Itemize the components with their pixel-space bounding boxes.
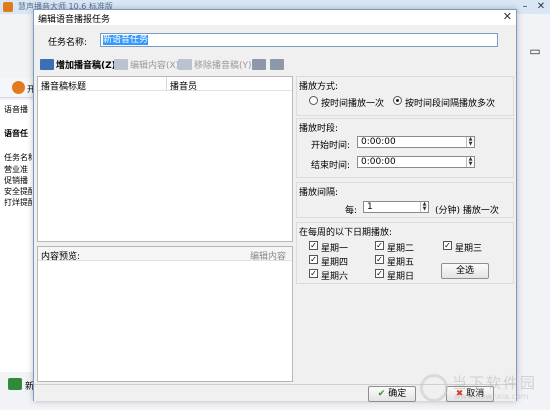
ok-label: 确定 [388,389,407,399]
edit-content-label: 编辑内容(X) [130,61,180,71]
play-once-label[interactable]: 按时间播放一次 [321,96,384,109]
saturday-checkbox[interactable]: ✓ [309,269,318,278]
background-list-item: 语音任 [4,129,28,138]
remove-script-icon [178,59,192,70]
friday-checkbox[interactable]: ✓ [375,255,384,264]
background-list-item[interactable]: 营业准 [4,164,32,175]
spinner-arrows-icon[interactable]: ▲ ▼ [466,157,474,167]
play-interval-label[interactable]: 按时间段间隔播放多次 [405,96,495,109]
tuesday-label[interactable]: 星期二 [387,241,414,254]
monday-checkbox[interactable]: ✓ [309,241,318,250]
interval-unit-label: (分钟) 播放一次 [435,206,499,216]
dialog-titlebar: 编辑语音播报任务 ✕ [34,10,516,25]
spinner-arrows-icon[interactable]: ▲ ▼ [420,202,428,212]
script-list-header: 播音稿标题 播音员 [38,77,292,92]
background-list-item: 语音播 [4,105,28,114]
remove-script-button[interactable]: 移除播音稿(Y) [178,58,252,74]
site-watermark: 当下软件园 www.downxia.com [420,372,550,406]
dialog-title: 编辑语音播报任务 [38,15,111,25]
spinner-arrows-icon[interactable]: ▲ ▼ [466,137,474,147]
monday-label[interactable]: 星期一 [321,241,348,254]
start-time-label: 开始时间: [311,141,351,151]
background-list-item[interactable]: 促销播 [4,175,32,186]
sunday-checkbox[interactable]: ✓ [375,269,384,278]
preview-label: 内容预览: [41,252,81,262]
weekday-section: 在每周的以下日期播放: ✓ 星期一 ✓ 星期二 ✓ 星期三 ✓ 星期四 ✓ 星期… [296,222,514,284]
background-list-item[interactable]: 任务名称 [4,152,32,163]
end-time-value: 0:00:00 [361,157,396,167]
play-mode-title: 播放方式: [299,82,339,92]
task-name-value: 新语音任务 [103,35,149,45]
script-toolbar: 增加播音稿(Z) 编辑内容(X) 移除播音稿(Y) [38,56,294,76]
move-down-button[interactable] [270,58,286,74]
edit-voice-task-dialog: 编辑语音播报任务 ✕ 任务名称: 新语音任务 增加播音稿(Z) 编辑内容(X) … [33,9,517,402]
play-mode-section: 播放方式: 按时间播放一次 按时间段间隔播放多次 [296,76,514,116]
add-script-button[interactable]: 增加播音稿(Z) [40,58,116,74]
add-script-icon [40,59,54,70]
task-name-label: 任务名称: [48,38,88,48]
new-task-icon[interactable] [8,378,22,390]
interval-title: 播放间隔: [299,188,339,198]
add-script-label: 增加播音稿(Z) [56,61,116,71]
thursday-label[interactable]: 星期四 [321,255,348,268]
column-divider[interactable] [166,77,167,91]
move-up-icon [252,59,266,70]
move-down-icon [270,59,284,70]
check-icon: ✔ [377,389,386,399]
weekday-title: 在每周的以下日期播放: [299,228,393,238]
watermark-url-text: www.downxia.com [454,392,529,401]
interval-value: 1 [367,202,373,212]
move-up-button[interactable] [252,58,268,74]
preview-header: 内容预览: 编辑内容 [38,247,292,262]
edit-content-button[interactable]: 编辑内容(X) [114,58,179,74]
background-list-item[interactable]: 安全提醒 [4,186,32,197]
end-time-spinner[interactable]: 0:00:00 ▲ ▼ [357,156,475,168]
interval-spinner[interactable]: 1 ▲ ▼ [363,201,429,213]
edit-content-icon [114,59,128,70]
thursday-checkbox[interactable]: ✓ [309,255,318,264]
time-range-title: 播放时段: [299,124,339,134]
task-name-input[interactable]: 新语音任务 [100,33,498,47]
wednesday-label[interactable]: 星期三 [455,241,482,254]
close-icon[interactable]: ✕ [503,10,512,24]
tuesday-checkbox[interactable]: ✓ [375,241,384,250]
wednesday-checkbox[interactable]: ✓ [443,241,452,250]
play-icon[interactable] [12,81,25,94]
watermark-main-text: 当下软件园 [452,374,538,392]
background-close-icon[interactable]: ✕ [532,0,550,14]
select-all-button[interactable]: 全选 [441,263,489,279]
column-title-header[interactable]: 播音稿标题 [41,79,86,92]
column-announcer-header[interactable]: 播音员 [170,79,197,92]
sunday-label[interactable]: 星期日 [387,269,414,282]
app-logo-icon [3,2,13,12]
content-preview-panel: 内容预览: 编辑内容 [37,246,293,382]
ok-button[interactable]: ✔ 确定 [368,386,416,402]
script-list[interactable]: 播音稿标题 播音员 [37,76,293,242]
start-time-value: 0:00:00 [361,137,396,147]
friday-label[interactable]: 星期五 [387,255,414,268]
background-list-item[interactable]: 打烊提醒 [4,197,32,208]
play-once-radio[interactable] [309,96,318,105]
interval-section: 播放间隔: 每: 1 ▲ ▼ (分钟) 播放一次 [296,182,514,218]
interval-every-label: 每: [345,206,358,216]
schedule-settings-panel: 播放方式: 按时间播放一次 按时间段间隔播放多次 播放时段: 开始时间: 0:0… [296,76,514,382]
watermark-logo-icon [420,374,448,402]
remove-script-label: 移除播音稿(Y) [194,61,252,71]
preview-edit-link[interactable]: 编辑内容 [250,249,286,262]
background-task-list: 语音播 语音任 任务名称 营业准 促销播 安全提醒 打烊提醒 [0,100,34,372]
end-time-label: 结束时间: [311,161,351,171]
time-range-section: 播放时段: 开始时间: 0:00:00 ▲ ▼ 结束时间: 0:00:00 ▲ ▼ [296,118,514,178]
background-restore-icon[interactable]: ▭ [520,36,550,66]
play-interval-radio[interactable] [393,96,402,105]
saturday-label[interactable]: 星期六 [321,269,348,282]
start-time-spinner[interactable]: 0:00:00 ▲ ▼ [357,136,475,148]
